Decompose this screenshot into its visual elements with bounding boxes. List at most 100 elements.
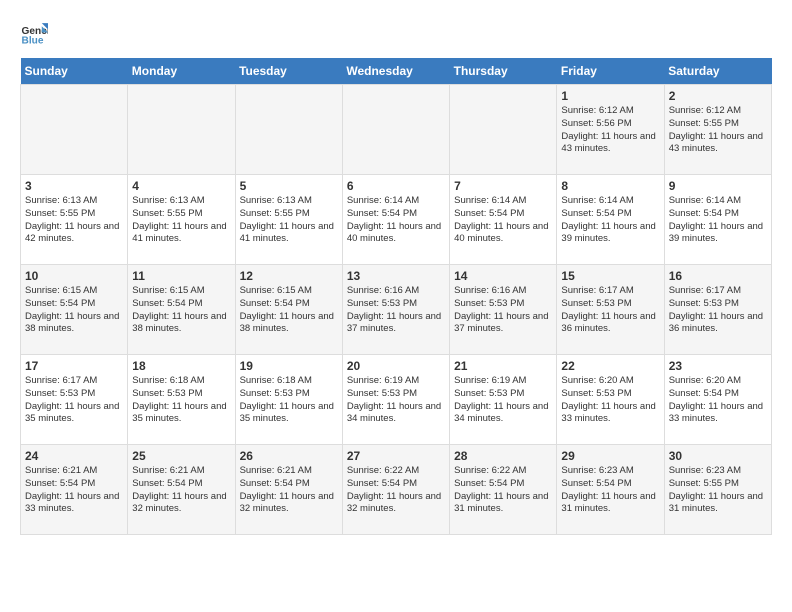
day-info: Sunrise: 6:14 AM Sunset: 5:54 PM Dayligh… [669,195,767,246]
calendar-cell: 16 Sunrise: 6:17 AM Sunset: 5:53 PM Dayli… [664,265,771,355]
day-header-thursday: Thursday [450,58,557,85]
calendar-cell [342,85,449,175]
day-number: 25 [132,449,230,463]
calendar-cell [128,85,235,175]
day-number: 11 [132,269,230,283]
day-info: Sunrise: 6:15 AM Sunset: 5:54 PM Dayligh… [132,285,230,336]
day-number: 9 [669,179,767,193]
calendar-cell: 10 Sunrise: 6:15 AM Sunset: 5:54 PM Dayli… [21,265,128,355]
day-number: 10 [25,269,123,283]
day-info: Sunrise: 6:19 AM Sunset: 5:53 PM Dayligh… [454,375,552,426]
day-number: 1 [561,89,659,103]
calendar-cell: 29Sunrise: 6:23 AM Sunset: 5:54 PM Dayli… [557,445,664,535]
day-info: Sunrise: 6:21 AM Sunset: 5:54 PM Dayligh… [240,465,338,516]
day-info: Sunrise: 6:14 AM Sunset: 5:54 PM Dayligh… [561,195,659,246]
day-number: 24 [25,449,123,463]
day-info: Sunrise: 6:15 AM Sunset: 5:54 PM Dayligh… [25,285,123,336]
calendar-header-row: SundayMondayTuesdayWednesdayThursdayFrid… [21,58,772,85]
calendar-cell: 5 Sunrise: 6:13 AM Sunset: 5:55 PM Daylig… [235,175,342,265]
calendar-cell: 4 Sunrise: 6:13 AM Sunset: 5:55 PM Daylig… [128,175,235,265]
day-number: 7 [454,179,552,193]
calendar-cell: 21 Sunrise: 6:19 AM Sunset: 5:53 PM Dayli… [450,355,557,445]
day-info: Sunrise: 6:14 AM Sunset: 5:54 PM Dayligh… [347,195,445,246]
calendar-week-row: 10 Sunrise: 6:15 AM Sunset: 5:54 PM Dayli… [21,265,772,355]
day-number: 2 [669,89,767,103]
calendar-cell [21,85,128,175]
day-number: 20 [347,359,445,373]
day-number: 16 [669,269,767,283]
calendar-cell: 2 Sunrise: 6:12 AM Sunset: 5:55 PM Daylig… [664,85,771,175]
day-number: 23 [669,359,767,373]
day-info: Sunrise: 6:21 AM Sunset: 5:54 PM Dayligh… [132,465,230,516]
day-number: 14 [454,269,552,283]
day-number: 13 [347,269,445,283]
calendar-cell: 7 Sunrise: 6:14 AM Sunset: 5:54 PM Daylig… [450,175,557,265]
calendar-cell: 25 Sunrise: 6:21 AM Sunset: 5:54 PM Dayli… [128,445,235,535]
calendar-cell: 27Sunrise: 6:22 AM Sunset: 5:54 PM Dayli… [342,445,449,535]
day-number: 8 [561,179,659,193]
day-info: Sunrise: 6:13 AM Sunset: 5:55 PM Dayligh… [240,195,338,246]
day-info: Sunrise: 6:17 AM Sunset: 5:53 PM Dayligh… [561,285,659,336]
calendar-cell: 17 Sunrise: 6:17 AM Sunset: 5:53 PM Dayli… [21,355,128,445]
day-number: 6 [347,179,445,193]
calendar-cell: 22 Sunrise: 6:20 AM Sunset: 5:53 PM Dayli… [557,355,664,445]
page-header: General Blue [20,20,772,48]
calendar-cell: 26 Sunrise: 6:21 AM Sunset: 5:54 PM Dayli… [235,445,342,535]
day-number: 3 [25,179,123,193]
calendar-cell: 14Sunrise: 6:16 AM Sunset: 5:53 PM Dayli… [450,265,557,355]
day-info: Sunrise: 6:20 AM Sunset: 5:53 PM Dayligh… [561,375,659,426]
calendar-week-row: 3 Sunrise: 6:13 AM Sunset: 5:55 PM Daylig… [21,175,772,265]
day-info: Sunrise: 6:13 AM Sunset: 5:55 PM Dayligh… [25,195,123,246]
day-info: Sunrise: 6:19 AM Sunset: 5:53 PM Dayligh… [347,375,445,426]
day-info: Sunrise: 6:21 AM Sunset: 5:54 PM Dayligh… [25,465,123,516]
day-info: Sunrise: 6:12 AM Sunset: 5:55 PM Dayligh… [669,105,767,156]
calendar-cell: 23 Sunrise: 6:20 AM Sunset: 5:54 PM Dayli… [664,355,771,445]
day-number: 28 [454,449,552,463]
calendar-cell: 6 Sunrise: 6:14 AM Sunset: 5:54 PM Daylig… [342,175,449,265]
calendar-cell [235,85,342,175]
day-header-monday: Monday [128,58,235,85]
day-number: 26 [240,449,338,463]
day-number: 29 [561,449,659,463]
calendar-cell: 12Sunrise: 6:15 AM Sunset: 5:54 PM Dayli… [235,265,342,355]
day-info: Sunrise: 6:20 AM Sunset: 5:54 PM Dayligh… [669,375,767,426]
calendar-table: SundayMondayTuesdayWednesdayThursdayFrid… [20,58,772,535]
day-number: 15 [561,269,659,283]
calendar-cell: 11 Sunrise: 6:15 AM Sunset: 5:54 PM Dayli… [128,265,235,355]
day-header-tuesday: Tuesday [235,58,342,85]
day-header-saturday: Saturday [664,58,771,85]
calendar-cell: 30 Sunrise: 6:23 AM Sunset: 5:55 PM Dayli… [664,445,771,535]
day-info: Sunrise: 6:17 AM Sunset: 5:53 PM Dayligh… [669,285,767,336]
day-number: 21 [454,359,552,373]
day-number: 19 [240,359,338,373]
calendar-cell: 9 Sunrise: 6:14 AM Sunset: 5:54 PM Daylig… [664,175,771,265]
day-number: 4 [132,179,230,193]
svg-text:Blue: Blue [22,35,44,46]
calendar-cell: 15 Sunrise: 6:17 AM Sunset: 5:53 PM Dayli… [557,265,664,355]
day-number: 18 [132,359,230,373]
calendar-cell: 3 Sunrise: 6:13 AM Sunset: 5:55 PM Daylig… [21,175,128,265]
day-header-friday: Friday [557,58,664,85]
day-info: Sunrise: 6:22 AM Sunset: 5:54 PM Dayligh… [454,465,552,516]
day-number: 17 [25,359,123,373]
day-info: Sunrise: 6:16 AM Sunset: 5:53 PM Dayligh… [347,285,445,336]
calendar-cell: 28 Sunrise: 6:22 AM Sunset: 5:54 PM Dayli… [450,445,557,535]
day-info: Sunrise: 6:14 AM Sunset: 5:54 PM Dayligh… [454,195,552,246]
calendar-week-row: 1Sunrise: 6:12 AM Sunset: 5:56 PM Daylig… [21,85,772,175]
calendar-week-row: 24 Sunrise: 6:21 AM Sunset: 5:54 PM Dayli… [21,445,772,535]
calendar-cell: 20 Sunrise: 6:19 AM Sunset: 5:53 PM Dayli… [342,355,449,445]
calendar-cell: 18Sunrise: 6:18 AM Sunset: 5:53 PM Dayli… [128,355,235,445]
calendar-cell: 8 Sunrise: 6:14 AM Sunset: 5:54 PM Daylig… [557,175,664,265]
calendar-cell [450,85,557,175]
calendar-cell: 19Sunrise: 6:18 AM Sunset: 5:53 PM Dayli… [235,355,342,445]
day-number: 5 [240,179,338,193]
day-number: 22 [561,359,659,373]
day-number: 27 [347,449,445,463]
day-info: Sunrise: 6:17 AM Sunset: 5:53 PM Dayligh… [25,375,123,426]
day-number: 30 [669,449,767,463]
day-info: Sunrise: 6:23 AM Sunset: 5:55 PM Dayligh… [669,465,767,516]
day-info: Sunrise: 6:15 AM Sunset: 5:54 PM Dayligh… [240,285,338,336]
day-header-wednesday: Wednesday [342,58,449,85]
day-info: Sunrise: 6:13 AM Sunset: 5:55 PM Dayligh… [132,195,230,246]
day-header-sunday: Sunday [21,58,128,85]
